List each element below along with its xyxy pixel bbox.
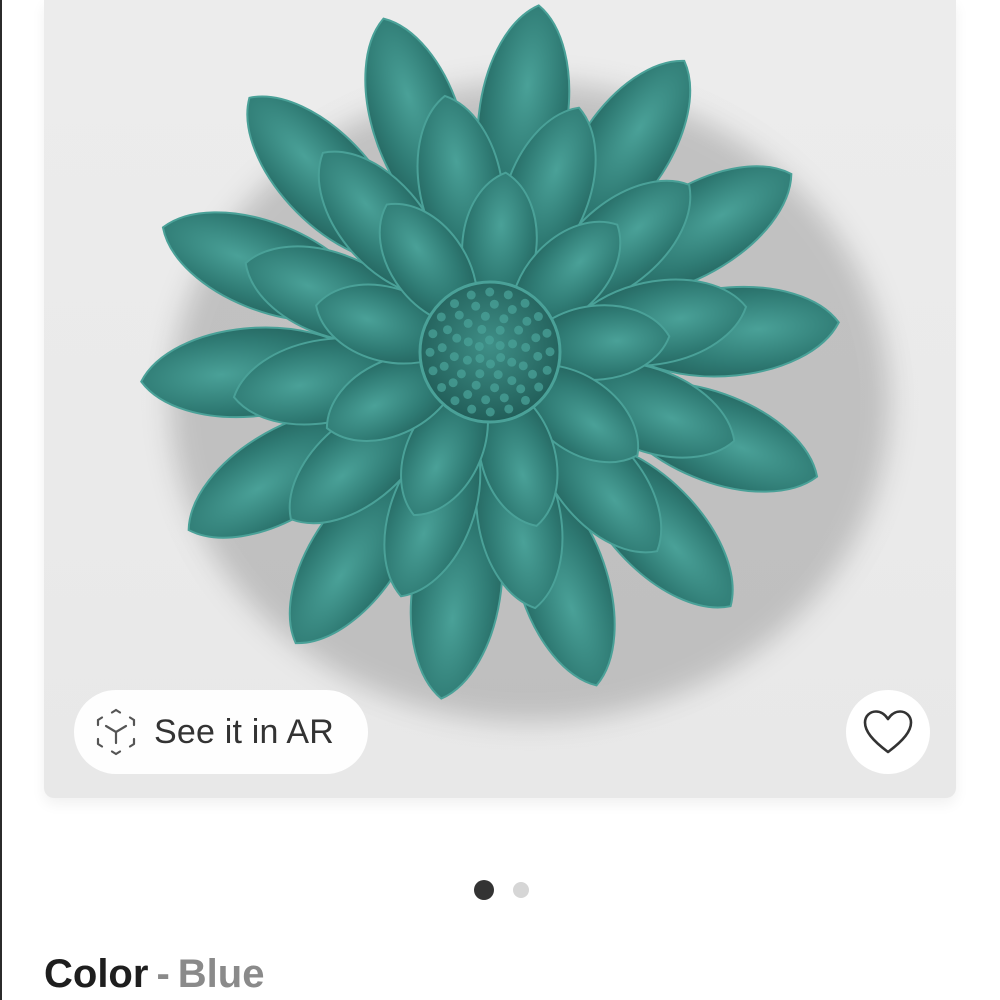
- flower-center-texture: [507, 357, 517, 367]
- flower-center-texture: [463, 389, 473, 399]
- image-pager: [0, 880, 1000, 900]
- flower-center-texture: [496, 353, 506, 363]
- flower-center-texture: [490, 383, 500, 393]
- pager-dot-active[interactable]: [474, 880, 494, 900]
- flower-center-texture: [436, 312, 446, 322]
- flower-center-texture: [504, 404, 514, 414]
- flower-center-texture: [474, 341, 484, 351]
- flower-center-texture: [518, 361, 528, 371]
- flower-center-texture: [471, 380, 481, 390]
- flower-center-texture: [542, 365, 552, 375]
- flower-center-texture: [485, 287, 495, 297]
- flower-center-texture: [466, 290, 476, 300]
- see-in-ar-button[interactable]: See it in AR: [74, 690, 368, 774]
- flower-center-texture: [531, 333, 541, 343]
- flower-center-texture: [495, 325, 505, 335]
- flower-center-texture: [527, 369, 537, 379]
- flower-center-texture: [452, 333, 462, 343]
- flower-center-texture: [507, 305, 517, 315]
- color-title: Color: [44, 952, 149, 996]
- color-value: Blue: [177, 952, 265, 996]
- flower-center-texture: [467, 404, 477, 414]
- flower-center-texture: [480, 311, 490, 321]
- flower-center-texture: [437, 343, 447, 353]
- flower-center-texture: [486, 359, 496, 369]
- flower-center-texture: [448, 378, 458, 388]
- flower-center-texture: [489, 299, 499, 309]
- left-edge-border: [0, 0, 2, 1000]
- color-separator: -: [156, 952, 170, 996]
- flower-center: [418, 280, 562, 424]
- flower-center-texture: [545, 347, 555, 357]
- flower-center-texture: [428, 329, 438, 339]
- flower-center-texture: [425, 347, 435, 357]
- flower-center-texture: [475, 353, 485, 363]
- see-in-ar-label: See it in AR: [154, 712, 335, 751]
- flower-center-texture: [542, 328, 552, 338]
- flower-center-texture: [533, 312, 543, 322]
- flower-center-texture: [507, 376, 517, 386]
- flower-center-texture: [437, 382, 447, 392]
- flower-center-texture: [484, 335, 494, 345]
- flower-center-texture: [508, 339, 518, 349]
- flower-center-texture: [463, 337, 473, 347]
- flower-center-texture: [456, 369, 466, 379]
- favorite-button[interactable]: [846, 690, 930, 774]
- flower-center-texture: [428, 366, 438, 376]
- color-selection-label: Color - Blue: [44, 952, 264, 997]
- flower-center-texture: [520, 298, 530, 308]
- flower-center-texture: [462, 355, 472, 365]
- flower-center-texture: [503, 290, 513, 300]
- cube-ar-icon: [96, 708, 136, 756]
- flower-center-texture: [475, 369, 485, 379]
- product-image-card[interactable]: See it in AR: [44, 0, 956, 798]
- flower-center-texture: [495, 341, 505, 351]
- flower-center-texture: [499, 314, 509, 324]
- flower-center-texture: [522, 316, 532, 326]
- flower-center-texture: [481, 395, 491, 405]
- flower-center-texture: [520, 395, 530, 405]
- flower-center-texture: [521, 342, 531, 352]
- flower-center-texture: [534, 382, 544, 392]
- flower-center-texture: [450, 299, 460, 309]
- flower-center-texture: [485, 407, 495, 417]
- flower-center-texture: [499, 393, 509, 403]
- flower-center-texture: [449, 352, 459, 362]
- pager-dot[interactable]: [513, 882, 529, 898]
- flower-center-texture: [450, 396, 460, 406]
- flower-center-texture: [516, 384, 526, 394]
- heart-outline-icon: [863, 710, 913, 754]
- flower-center-texture: [493, 370, 503, 380]
- flower-center-texture: [477, 324, 487, 334]
- product-image[interactable]: [44, 0, 956, 798]
- flower-center-texture: [463, 318, 473, 328]
- flower-center-texture: [454, 310, 464, 320]
- flower-center-texture: [533, 351, 543, 361]
- flower-center-texture: [439, 361, 449, 371]
- flower-center-texture: [514, 325, 524, 335]
- flower-center-texture: [443, 325, 453, 335]
- flower-graphic: [140, 4, 890, 722]
- flower-center-texture: [471, 301, 481, 311]
